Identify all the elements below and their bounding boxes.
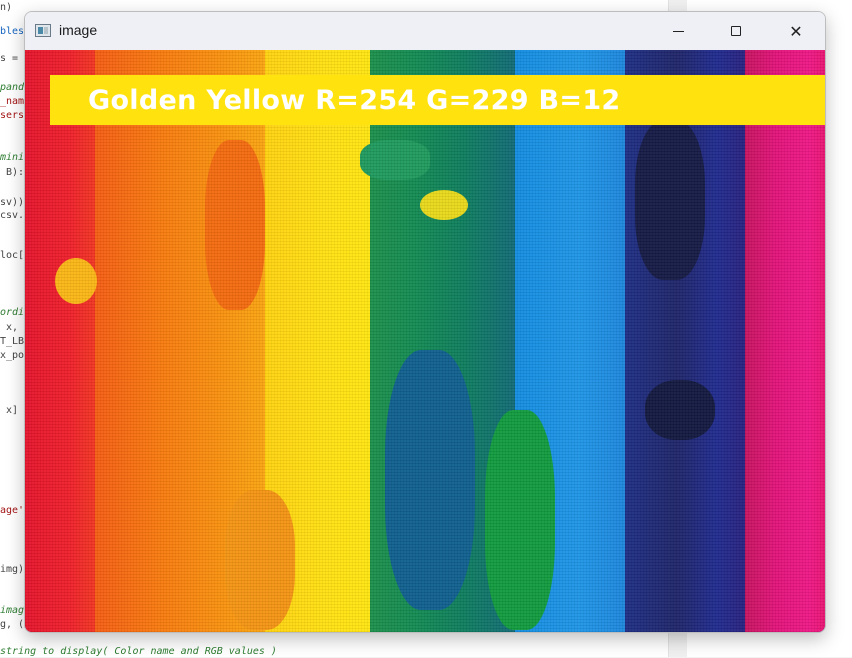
window-titlebar[interactable]: image ✕ xyxy=(25,12,825,50)
color-info-text: Golden Yellow R=254 G=229 B=12 xyxy=(88,85,621,116)
close-button[interactable]: ✕ xyxy=(767,12,825,50)
maximize-button[interactable] xyxy=(707,12,765,50)
image-window-icon xyxy=(35,24,51,37)
image-window[interactable]: image ✕ Golden Yellow R=254 G=229 B=12 xyxy=(24,11,826,633)
code-line: s = xyxy=(0,53,19,64)
code-line: x] xyxy=(0,405,19,416)
code-line: pand xyxy=(0,82,25,93)
code-line: age' xyxy=(0,505,25,516)
close-icon: ✕ xyxy=(789,21,803,41)
canvas-texture xyxy=(25,50,825,632)
code-line: n) xyxy=(0,2,13,13)
window-title: image xyxy=(59,22,98,38)
code-line: T_LB xyxy=(0,336,25,347)
code-line: string to display( Color name and RGB va… xyxy=(0,646,277,657)
code-line: csv. xyxy=(0,210,25,221)
code-line: x_po xyxy=(0,350,25,361)
code-line: sv)) xyxy=(0,197,25,208)
code-line: imag xyxy=(0,605,25,616)
minimize-button[interactable] xyxy=(649,12,707,50)
code-line: loc[ xyxy=(0,250,25,261)
code-line: mini xyxy=(0,152,25,163)
image-canvas[interactable]: Golden Yellow R=254 G=229 B=12 xyxy=(25,50,825,632)
code-line: img) xyxy=(0,564,25,575)
maximize-icon xyxy=(731,26,741,36)
color-info-banner: Golden Yellow R=254 G=229 B=12 xyxy=(50,75,825,125)
code-line: _nam xyxy=(0,96,25,107)
code-line: B): xyxy=(0,167,25,178)
minimize-icon xyxy=(672,30,684,32)
code-line: sers xyxy=(0,110,25,121)
code-line: bles xyxy=(0,26,25,37)
code-line: g, ( xyxy=(0,619,25,630)
code-line: ordi xyxy=(0,307,25,318)
code-line: x, xyxy=(0,322,19,333)
